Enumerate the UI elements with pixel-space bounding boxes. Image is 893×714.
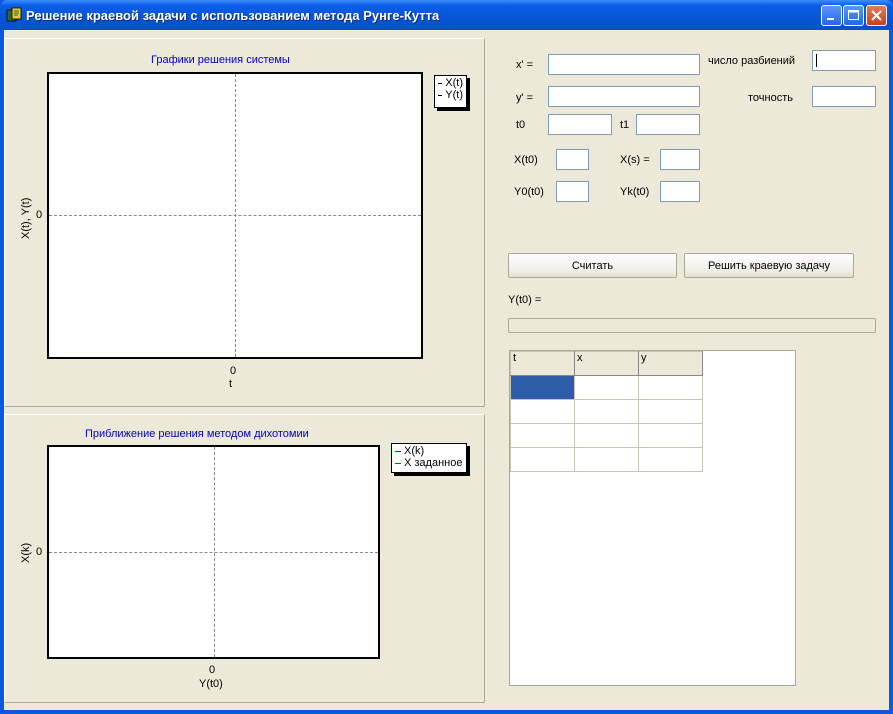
t1-label: t1 <box>620 119 630 131</box>
column-header[interactable]: y <box>638 351 703 376</box>
app-window: Решение краевой задачи с использованием … <box>0 0 893 714</box>
partitions-input[interactable] <box>812 50 876 71</box>
table-cell[interactable] <box>510 375 575 400</box>
x-s-input[interactable] <box>660 149 700 170</box>
title-bar[interactable]: Решение краевой задачи с использованием … <box>0 0 893 30</box>
legend-line-icon <box>395 462 401 464</box>
chart2-plot-area[interactable] <box>47 445 380 659</box>
results-grid[interactable]: txy <box>509 350 796 686</box>
chart1-x-tick: 0 <box>230 365 237 377</box>
table-cell[interactable] <box>574 375 639 400</box>
results-table: txy <box>510 351 703 472</box>
client-area: Графики решения системы 0 0 t X(t), Y(t)… <box>4 30 889 710</box>
yk-t0-label: Yk(t0) <box>620 186 650 198</box>
chart2-y-label: X(k) <box>20 542 32 563</box>
chart1-y-tick: 0 <box>36 209 43 221</box>
progress-bar <box>508 318 876 333</box>
chart2-legend: X(k) X заданное <box>391 443 467 473</box>
table-header-row: txy <box>510 351 703 376</box>
close-button[interactable] <box>866 5 887 26</box>
y-prime-input[interactable] <box>548 86 700 107</box>
dichotomy-chart-panel: Приближение решения методом дихотомии 0 … <box>4 414 485 703</box>
t1-input[interactable] <box>636 114 700 135</box>
t0-input[interactable] <box>548 114 612 135</box>
chart2-x-label: Y(t0) <box>199 678 223 690</box>
minimize-icon <box>827 18 834 20</box>
maximize-button[interactable] <box>843 5 864 26</box>
legend-line-icon <box>438 82 443 84</box>
y0-t0-label: Y0(t0) <box>514 186 544 198</box>
table-cell[interactable] <box>638 447 703 472</box>
table-cell[interactable] <box>510 399 575 424</box>
column-header[interactable]: t <box>510 351 575 376</box>
partitions-label: число разбиений <box>708 55 796 67</box>
table-row <box>510 375 703 400</box>
chart2-legend-item-x-target: X заданное <box>395 457 463 469</box>
y-t0-result-label: Y(t0) = <box>508 294 542 306</box>
x-prime-label: x' = <box>516 59 534 71</box>
chart1-y-label: X(t), Y(t) <box>20 197 32 239</box>
close-icon <box>871 10 882 21</box>
table-row <box>510 399 703 424</box>
chart1-legend-item-x: X(t) <box>438 77 463 89</box>
table-cell[interactable] <box>574 423 639 448</box>
app-icon <box>6 7 22 22</box>
accuracy-label: точность <box>748 92 793 104</box>
yk-t0-input[interactable] <box>660 181 700 202</box>
maximize-icon <box>848 10 859 20</box>
chart2-y-tick: 0 <box>36 546 43 558</box>
table-cell[interactable] <box>574 447 639 472</box>
t0-label: t0 <box>516 119 526 131</box>
chart2-title: Приближение решения методом дихотомии <box>85 428 309 440</box>
solve-boundary-button[interactable]: Решить краевую задачу <box>684 253 854 278</box>
y0-t0-input[interactable] <box>556 181 589 202</box>
chart2-legend-item-xk: X(k) <box>395 445 463 457</box>
legend-line-icon <box>395 450 401 452</box>
table-row <box>510 423 703 448</box>
chart1-legend-item-y: Y(t) <box>438 89 463 101</box>
text-caret <box>816 54 817 67</box>
minimize-button[interactable] <box>821 5 842 26</box>
y-prime-label: y' = <box>516 92 534 104</box>
chart1-plot-area[interactable] <box>47 72 423 359</box>
x-prime-input[interactable] <box>548 54 700 75</box>
table-cell[interactable] <box>638 399 703 424</box>
accuracy-input[interactable] <box>812 86 876 107</box>
chart2-x-tick: 0 <box>209 664 216 676</box>
calc-button[interactable]: Считать <box>508 253 677 278</box>
table-cell[interactable] <box>510 423 575 448</box>
chart1-legend: X(t) Y(t) <box>434 75 467 108</box>
legend-line-icon <box>438 94 443 96</box>
column-header[interactable]: x <box>574 351 639 376</box>
table-cell[interactable] <box>638 375 703 400</box>
table-row <box>510 447 703 472</box>
chart1-x-label: t <box>229 378 233 390</box>
table-cell[interactable] <box>510 447 575 472</box>
x-t0-input[interactable] <box>556 149 589 170</box>
chart2-zero-vline <box>214 447 215 657</box>
x-s-label: X(s) = <box>620 154 650 166</box>
table-cell[interactable] <box>574 399 639 424</box>
chart1-title: Графики решения системы <box>151 54 290 66</box>
x-t0-label: X(t0) <box>514 154 538 166</box>
table-cell[interactable] <box>638 423 703 448</box>
window-title: Решение краевой задачи с использованием … <box>26 8 440 23</box>
chart1-zero-vline <box>235 74 236 357</box>
solution-chart-panel: Графики решения системы 0 0 t X(t), Y(t)… <box>4 38 485 407</box>
